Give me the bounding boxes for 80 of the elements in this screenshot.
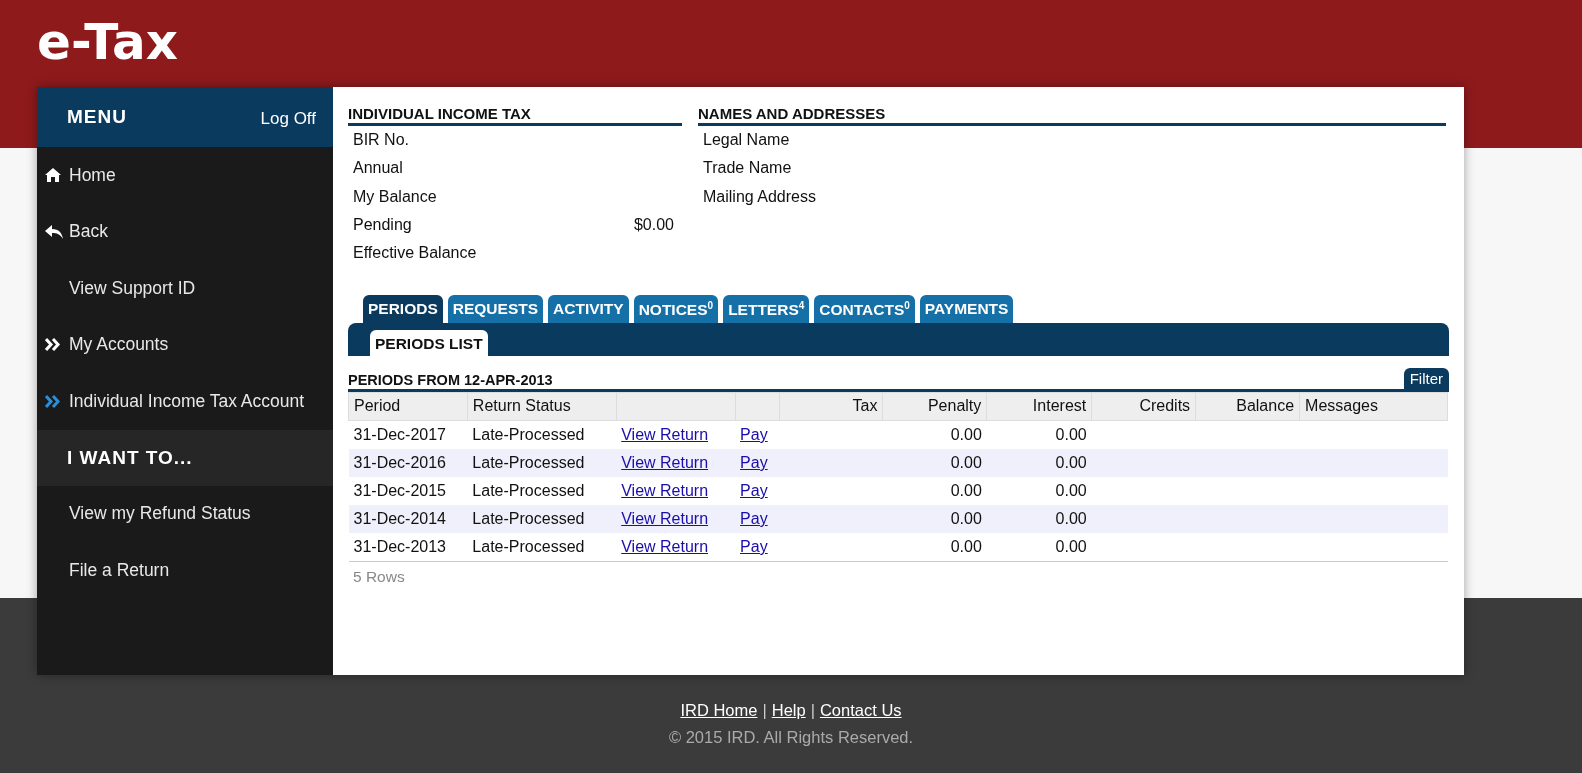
menu-item[interactable]: View Support ID [37,260,333,317]
column-header: Balance [1195,392,1300,421]
section-heading: INDIVIDUAL INCOME TAX [348,105,682,126]
menu-title: MENU [67,106,127,128]
table-cell: Late-Processed [467,476,617,505]
table-cell: Late-Processed [467,420,617,449]
field-label: Trade Name [703,159,792,178]
table-cell: 31-Dec-2017 [348,420,468,449]
table-cell: 0.00 [882,532,987,562]
view-return-link[interactable]: View Return [621,537,709,555]
tab[interactable]: NOTICES$^{0}$ [633,295,719,323]
table-cell: 0.00 [986,476,1092,505]
column-header: Penalty [882,392,987,421]
footer-link[interactable]: Contact Us [819,701,902,720]
column-header: Period [348,392,468,421]
table-title: PERIODS FROM 12-APR-2013 [348,371,553,389]
section-title: I WANT TO... [67,446,193,469]
table-cell: Late-Processed [467,448,617,477]
column-header: Credits [1091,392,1196,421]
field-label: Mailing Address [703,187,816,206]
view-return-link[interactable]: View Return [621,481,709,499]
tab[interactable]: CONTACTS$^{0}$ [814,295,915,323]
menu-item-label: My Accounts [69,334,169,356]
table-cell: 0.00 [882,448,987,477]
site-logo: e-Tax [37,12,178,71]
column-header: Tax [779,392,883,421]
table-cell: 31-Dec-2015 [348,476,468,505]
field-value: $0.00 [633,216,674,235]
section-heading: NAMES AND ADDRESSES [698,105,1446,126]
filter-button[interactable]: Filter [1403,367,1449,389]
field-label: Legal Name [703,131,790,150]
field-label: Effective Balance [353,244,477,263]
menu-item[interactable]: Back [37,203,333,260]
tab[interactable]: REQUESTS [447,295,544,323]
table-cell: 0.00 [986,504,1092,533]
menu-item[interactable]: File a Return [37,542,333,599]
log-off-link[interactable]: Log Off [260,109,316,129]
tab[interactable]: PERIODS [363,295,443,323]
pay-link[interactable]: Pay [740,481,768,499]
column-header: Return Status [467,392,617,421]
pay-link[interactable]: Pay [740,537,768,555]
table-cell: 31-Dec-2014 [348,504,468,533]
menu-item[interactable]: Home [37,147,333,204]
menu-item-label: Back [69,221,108,243]
table-cell: Late-Processed [467,532,617,562]
menu-item[interactable]: Individual Income Tax Account [37,373,333,430]
row-count: 5 Rows [353,567,406,586]
table-cell: 0.00 [986,532,1092,562]
table-cell: 0.00 [986,420,1092,449]
table-cell: 0.00 [882,504,987,533]
table-cell: 31-Dec-2013 [348,532,468,562]
tab[interactable]: LETTERS$^{4}$ [723,295,810,323]
field-label: Pending [353,216,412,235]
field-label: BIR No. [353,131,409,150]
view-return-link[interactable]: View Return [621,425,709,443]
field-label: My Balance [353,187,437,206]
table-cell: 31-Dec-2016 [348,448,468,477]
menu-item-label: View my Refund Status [69,503,251,525]
column-header: Interest [986,392,1092,421]
tab[interactable]: ACTIVITY [548,295,629,323]
copyright-text: © 2015 IRD. All Rights Reserved. [668,728,914,747]
menu-item[interactable]: My Accounts [37,316,333,373]
table-cell: Late-Processed [467,504,617,533]
table-cell: 0.00 [882,476,987,505]
footer-link[interactable]: Help [771,701,806,720]
menu-item-label: Home [69,164,116,186]
menu-item-label: Individual Income Tax Account [69,390,305,412]
menu-item-label: View Support ID [69,277,196,299]
link-separator: | [762,701,767,720]
field-label: Annual [353,159,403,178]
tab[interactable]: PAYMENTS [919,295,1014,323]
menu-item-label: File a Return [69,559,170,581]
link-separator: | [810,701,815,720]
pay-link[interactable]: Pay [740,425,768,443]
table-cell: 0.00 [986,448,1092,477]
column-header: Messages [1299,392,1448,421]
table-cell: 0.00 [882,420,987,449]
menu-item[interactable]: View my Refund Status [37,485,333,542]
footer-link[interactable]: IRD Home [680,701,758,720]
subtab[interactable]: PERIODS LIST [370,329,488,356]
